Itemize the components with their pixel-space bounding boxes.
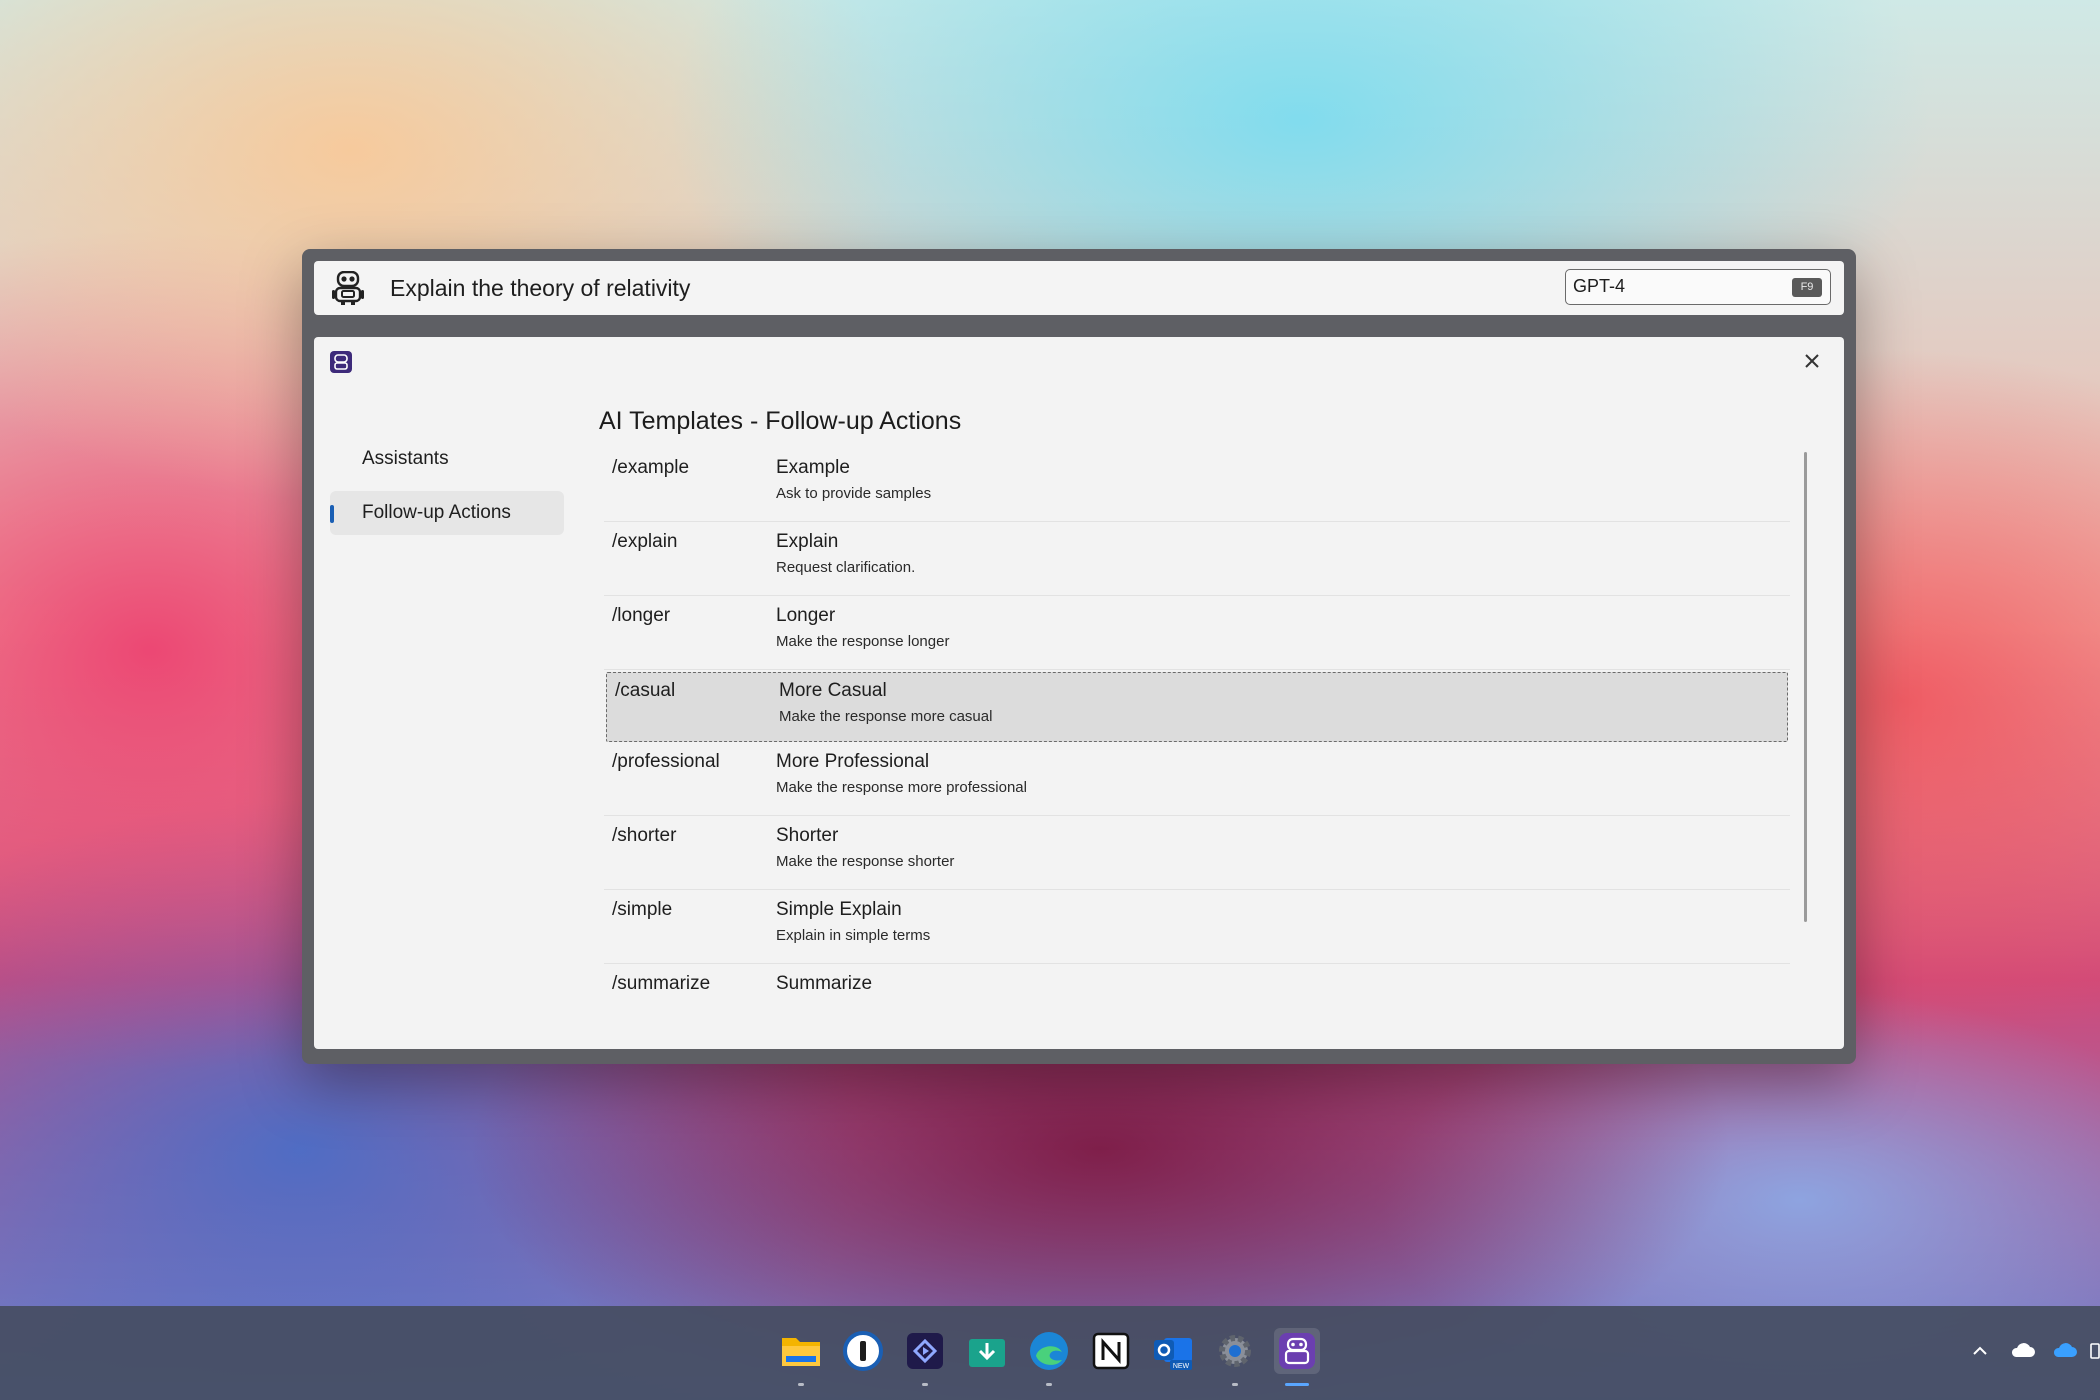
template-desc: Ask to provide samples — [776, 485, 932, 502]
file-explorer-icon[interactable] — [778, 1328, 824, 1386]
command-label: /simple — [612, 899, 673, 920]
ai-assistant-window: Explain the theory of relativity GPT-4 F… — [302, 249, 1856, 1064]
list-scrollbar[interactable] — [1804, 452, 1807, 922]
command-label: /summarize — [612, 973, 711, 994]
settings-icon[interactable] — [1212, 1328, 1258, 1386]
list-item[interactable]: /explain Explain Request clarification. — [604, 522, 1790, 596]
command-label: /shorter — [612, 825, 677, 846]
list-item[interactable]: /longer Longer Make the response longer — [604, 596, 1790, 670]
onedrive-icon[interactable] — [2052, 1336, 2078, 1366]
model-shortcut-badge: F9 — [1792, 278, 1822, 297]
list-item[interactable]: /example Example Ask to provide samples — [604, 448, 1790, 522]
active-indicator — [1285, 1383, 1309, 1386]
list-item-selected[interactable]: /casual More Casual Make the response mo… — [606, 672, 1788, 742]
page-title: AI Templates - Follow-up Actions — [599, 407, 962, 435]
edge-browser-icon[interactable] — [1026, 1328, 1072, 1386]
running-indicator — [1232, 1383, 1238, 1386]
sidebar-item-assistants[interactable]: Assistants — [330, 437, 564, 481]
video-editor-icon[interactable] — [902, 1328, 948, 1386]
notion-icon[interactable] — [1088, 1328, 1134, 1374]
show-hidden-icons-button[interactable] — [1970, 1336, 1990, 1366]
model-selector[interactable]: GPT-4 F9 — [1565, 269, 1831, 305]
command-label: /longer — [612, 605, 671, 626]
sidebar-item-follow-up-actions[interactable]: Follow-up Actions — [330, 491, 564, 535]
prompt-input[interactable]: Explain the theory of relativity — [390, 275, 690, 302]
list-item[interactable]: /simple Simple Explain Explain in simple… — [604, 890, 1790, 964]
template-title: More Professional — [776, 751, 930, 772]
model-value: GPT-4 — [1573, 276, 1626, 296]
template-desc: Make the response shorter — [776, 853, 955, 870]
sidebar-item-label: Follow-up Actions — [362, 502, 511, 523]
template-title: Shorter — [776, 825, 839, 846]
chevron-up-icon — [1973, 1346, 1987, 1355]
templates-panel: Assistants Follow-up Actions AI Template… — [314, 337, 1844, 1049]
running-indicator — [922, 1383, 928, 1386]
template-title: More Casual — [779, 680, 887, 701]
password-manager-icon[interactable] — [840, 1328, 886, 1374]
template-title: Explain — [776, 531, 839, 552]
running-indicator — [1046, 1383, 1052, 1386]
command-label: /explain — [612, 531, 678, 552]
prompt-bar[interactable]: Explain the theory of relativity GPT-4 F… — [314, 261, 1844, 315]
ai-assistant-icon[interactable] — [1274, 1328, 1320, 1386]
command-label: /professional — [612, 751, 720, 772]
template-list[interactable]: /example Example Ask to provide samples … — [604, 448, 1790, 1001]
command-label: /casual — [615, 680, 676, 701]
sidebar-nav: Assistants Follow-up Actions — [330, 437, 564, 545]
downloads-icon[interactable] — [964, 1328, 1010, 1374]
list-item[interactable]: /professional More Professional Make the… — [604, 742, 1790, 816]
outlook-icon[interactable]: NEW — [1150, 1328, 1196, 1374]
list-item[interactable]: /shorter Shorter Make the response short… — [604, 816, 1790, 890]
sidebar-item-label: Assistants — [362, 448, 449, 469]
new-badge: NEW — [1173, 1363, 1190, 1370]
template-title: Longer — [776, 605, 836, 626]
template-title: Summarize — [776, 973, 873, 994]
template-title: Example — [776, 457, 850, 478]
template-desc: Make the response more casual — [779, 708, 993, 725]
cloud-icon[interactable] — [2010, 1336, 2036, 1366]
template-desc: Explain in simple terms — [776, 927, 931, 944]
close-button[interactable] — [1800, 349, 1824, 373]
template-desc: Make the response more professional — [776, 779, 1027, 796]
template-desc: Make the response longer — [776, 633, 950, 650]
tray-overflow-icon[interactable] — [2090, 1336, 2100, 1366]
template-desc: Request clarification. — [776, 559, 916, 576]
list-item[interactable]: /summarize Summarize — [604, 964, 1790, 1001]
template-title: Simple Explain — [776, 899, 902, 920]
running-indicator — [798, 1383, 804, 1386]
robot-icon — [332, 271, 364, 305]
command-label: /example — [612, 457, 690, 478]
taskbar: NEW — [0, 1306, 2100, 1400]
app-icon — [330, 351, 352, 373]
